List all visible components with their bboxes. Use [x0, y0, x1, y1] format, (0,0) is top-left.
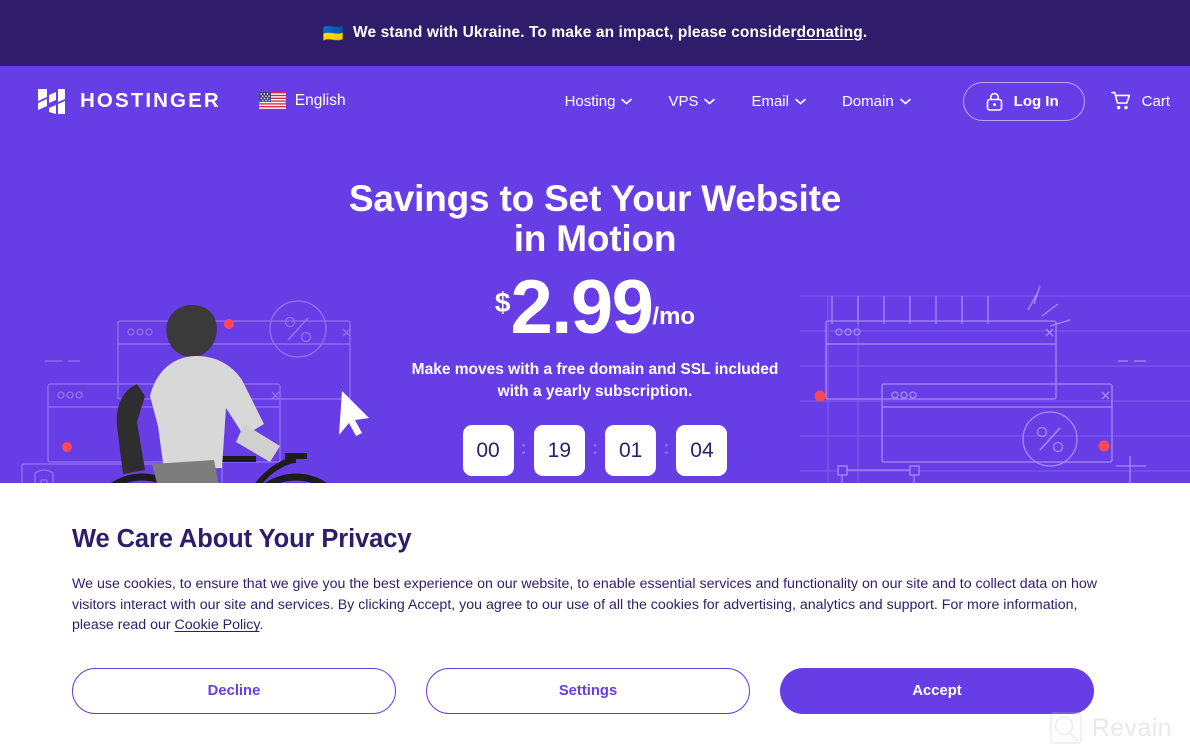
- hero-subtitle-line1: Make moves with a free domain and SSL in…: [411, 361, 779, 379]
- header-actions: Log In Cart: [962, 81, 1170, 121]
- cart-button[interactable]: Cart: [1110, 91, 1170, 111]
- banner-donate-link[interactable]: donating: [797, 24, 863, 42]
- nav-label: Hosting: [564, 92, 616, 110]
- page-title: Savings to Set Your Website in Motion: [348, 178, 842, 259]
- cookie-policy-link[interactable]: Cookie Policy: [175, 617, 260, 633]
- chevron-down-icon: [899, 98, 911, 105]
- login-label: Log In: [1013, 92, 1059, 110]
- language-label: English: [294, 92, 346, 109]
- hostinger-logo-icon: [38, 88, 65, 114]
- banner-text: We stand with Ukraine. To make an impact…: [353, 24, 797, 41]
- hero-subtitle-line2: with a yearly subscription.: [497, 383, 693, 401]
- revain-logo-icon: [1049, 712, 1082, 744]
- ukraine-banner: 🇺🇦 We stand with Ukraine. To make an imp…: [0, 0, 1190, 66]
- accept-button[interactable]: Accept: [780, 668, 1094, 715]
- us-flag-icon: [258, 92, 286, 110]
- main-navigation: Hosting VPS Email Domain: [565, 93, 911, 110]
- chevron-down-icon: [704, 98, 716, 105]
- logo[interactable]: HOSTINGER: [36, 87, 221, 116]
- nav-label: Email: [751, 92, 789, 110]
- price-currency: $: [494, 286, 511, 318]
- cookie-text-end: .: [259, 617, 264, 634]
- revain-watermark: Revain: [1049, 711, 1172, 745]
- lock-icon: [986, 92, 1002, 111]
- countdown-value: 01: [605, 425, 657, 477]
- nav-item-email[interactable]: Email: [751, 93, 806, 110]
- ukraine-flag-icon: 🇺🇦: [322, 23, 345, 43]
- watermark-label: Revain: [1091, 713, 1172, 742]
- price-amount: 2.99: [510, 264, 653, 350]
- login-button[interactable]: Log In: [962, 81, 1085, 121]
- cookie-consent-panel: We Care About Your Privacy We use cookie…: [0, 483, 1190, 753]
- cookie-description: We use cookies, to ensure that we give y…: [72, 574, 1118, 636]
- settings-button[interactable]: Settings: [426, 668, 750, 715]
- page-root: 🇺🇦 We stand with Ukraine. To make an imp…: [0, 0, 1190, 753]
- banner-text-end: .: [862, 24, 868, 41]
- brand-name: HOSTINGER: [80, 89, 221, 112]
- nav-item-domain[interactable]: Domain: [842, 93, 911, 110]
- site-header: HOSTINGER English Hosting VPS Email Doma…: [0, 66, 1190, 136]
- hero-subtitle: Make moves with a free domain and SSL in…: [0, 359, 1190, 403]
- countdown-value: 19: [533, 425, 585, 477]
- countdown-value: 00: [462, 425, 514, 477]
- language-selector[interactable]: English: [258, 92, 346, 110]
- nav-item-vps[interactable]: VPS: [668, 92, 716, 110]
- cookie-title: We Care About Your Privacy: [72, 525, 412, 553]
- shopping-cart-icon: [1110, 91, 1130, 110]
- chevron-down-icon: [795, 98, 806, 105]
- cart-label: Cart: [1141, 92, 1170, 110]
- price-block: $ 2.99 /mo: [0, 264, 1190, 350]
- cookie-actions: Decline Settings Accept: [72, 668, 1118, 715]
- nav-label: Domain: [841, 92, 894, 110]
- hero-content: Savings to Set Your Website in Motion $ …: [0, 136, 1190, 497]
- nav-label: VPS: [668, 92, 699, 110]
- price-period: /mo: [652, 303, 696, 331]
- decline-button[interactable]: Decline: [72, 668, 396, 715]
- nav-item-hosting[interactable]: Hosting: [565, 93, 633, 110]
- countdown-value: 04: [676, 425, 728, 477]
- chevron-down-icon: [621, 98, 633, 105]
